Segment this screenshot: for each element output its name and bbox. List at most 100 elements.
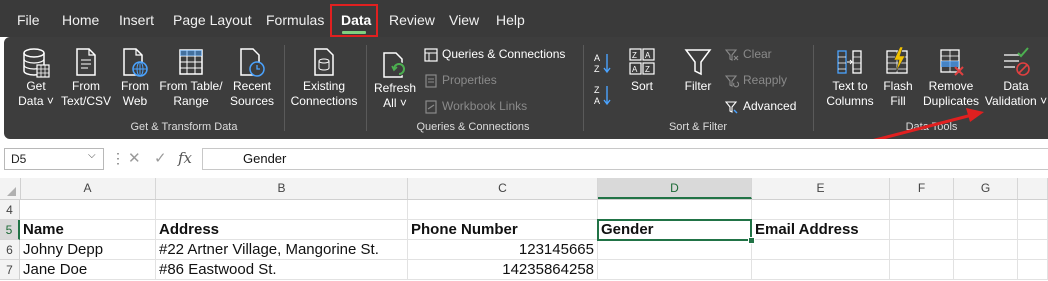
text-to-columns-button[interactable]: Text to Columns [822, 45, 878, 109]
sort-descending-icon: Z A [594, 85, 611, 106]
refresh-all-label-2: All ˅ [383, 96, 407, 110]
refresh-all-button[interactable]: Refresh All ˅ [374, 49, 416, 111]
text-file-icon [76, 48, 96, 76]
cell-b5[interactable]: Address [156, 220, 408, 240]
cell-c7[interactable]: 14235864258 [408, 260, 598, 280]
queries-connections-label: Queries & Connections [442, 47, 566, 61]
menu-help[interactable]: Help [496, 9, 525, 31]
select-all-corner[interactable] [0, 178, 21, 199]
properties-button[interactable]: Properties [424, 71, 497, 89]
cell-a4[interactable] [20, 200, 156, 220]
column-header-f[interactable]: F [890, 178, 954, 199]
cell-g5[interactable] [954, 220, 1018, 240]
row-header-7[interactable]: 7 [0, 260, 20, 280]
from-text-csv-button[interactable]: From Text/CSV [61, 45, 111, 109]
enter-checkmark-icon[interactable]: ✓ [154, 149, 167, 167]
more-options-icon[interactable]: ⋮ [111, 150, 125, 167]
cell-c4[interactable] [408, 200, 598, 220]
worksheet-grid: A B C D E F G 4 5 Name Address Phone Num… [0, 178, 1048, 281]
cell-h7[interactable] [1018, 260, 1048, 280]
cell-a7[interactable]: Jane Doe [20, 260, 156, 280]
cell-d7[interactable] [598, 260, 752, 280]
cell-e6[interactable] [752, 240, 890, 260]
cell-h4[interactable] [1018, 200, 1048, 220]
cell-g6[interactable] [954, 240, 1018, 260]
clear-label: Clear [743, 47, 772, 61]
sort-az-button[interactable]: A Z [592, 51, 612, 80]
row-header-4[interactable]: 4 [0, 200, 20, 220]
advanced-filter-button[interactable]: Advanced [725, 97, 796, 115]
cell-g4[interactable] [954, 200, 1018, 220]
cell-b4[interactable] [156, 200, 408, 220]
from-table-range-button[interactable]: From Table/ Range [159, 45, 223, 109]
menu-file[interactable]: File [17, 9, 40, 31]
cell-g7[interactable] [954, 260, 1018, 280]
svg-text:Z: Z [645, 65, 650, 74]
menu-formulas[interactable]: Formulas [266, 9, 324, 31]
data-validation-button[interactable]: Data Validation ˅ [984, 45, 1048, 109]
remove-duplicates-icon [940, 49, 964, 76]
cell-c5[interactable]: Phone Number [408, 220, 598, 240]
menu-home[interactable]: Home [62, 9, 99, 31]
menu-view[interactable]: View [449, 9, 479, 31]
column-header-d[interactable]: D [598, 178, 752, 199]
flash-fill-icon [886, 46, 908, 74]
formula-input[interactable]: Gender [202, 148, 1048, 170]
sort-ascending-icon: A Z [594, 53, 611, 74]
menu-page-layout[interactable]: Page Layout [173, 9, 252, 31]
get-data-button[interactable]: Get Data ˅ [14, 45, 58, 109]
cell-a6[interactable]: Johny Depp [20, 240, 156, 260]
cell-d6[interactable] [598, 240, 752, 260]
sort-za-button[interactable]: Z A [592, 83, 612, 112]
column-header-b[interactable]: B [156, 178, 408, 199]
queries-connections-button[interactable]: Queries & Connections [424, 45, 565, 63]
cell-e7[interactable] [752, 260, 890, 280]
database-icon [23, 48, 50, 78]
reapply-icon [725, 75, 739, 88]
cancel-icon[interactable]: ✕ [128, 149, 141, 167]
cell-d5[interactable]: Gender [598, 220, 752, 240]
cell-e5[interactable]: Email Address [752, 220, 890, 240]
cell-f6[interactable] [890, 240, 954, 260]
cell-b7[interactable]: #86 Eastwood St. [156, 260, 408, 280]
column-header-h[interactable] [1018, 178, 1048, 199]
flash-fill-button[interactable]: Flash Fill [880, 45, 916, 109]
cell-h6[interactable] [1018, 240, 1048, 260]
workbook-links-icon [425, 100, 437, 114]
clear-filter-icon [725, 49, 739, 61]
cell-d4[interactable] [598, 200, 752, 220]
menu-insert[interactable]: Insert [119, 9, 154, 31]
cell-a5[interactable]: Name [20, 220, 156, 240]
existing-connections-button[interactable]: Existing Connections [290, 45, 358, 109]
cell-c6[interactable]: 123145665 [408, 240, 598, 260]
clear-filter-button[interactable]: Clear [725, 45, 772, 63]
data-tab-highlight-box [330, 4, 378, 37]
row-header-6[interactable]: 6 [0, 240, 20, 260]
filter-button[interactable]: Filter [678, 45, 718, 94]
cell-f5[interactable] [890, 220, 954, 240]
column-header-c[interactable]: C [408, 178, 598, 199]
remove-duplicates-button[interactable]: Remove Duplicates [922, 45, 980, 109]
cell-e4[interactable] [752, 200, 890, 220]
fill-handle[interactable] [748, 237, 755, 244]
cell-f4[interactable] [890, 200, 954, 220]
column-header-a[interactable]: A [20, 178, 156, 199]
reapply-button[interactable]: Reapply [725, 71, 787, 89]
get-data-label-1: Get [26, 79, 46, 93]
column-header-g[interactable]: G [954, 178, 1018, 199]
cell-h5[interactable] [1018, 220, 1048, 240]
menu-review[interactable]: Review [389, 9, 435, 31]
group-label-sort-filter: Sort & Filter [668, 121, 728, 133]
cell-b6[interactable]: #22 Artner Village, Mangorine St. [156, 240, 408, 260]
name-box-value: D5 [11, 152, 27, 166]
column-header-e[interactable]: E [752, 178, 890, 199]
cell-f7[interactable] [890, 260, 954, 280]
from-web-button[interactable]: From Web [116, 45, 154, 109]
row-header-5[interactable]: 5 [0, 220, 20, 240]
workbook-links-button[interactable]: Workbook Links [424, 97, 527, 115]
chevron-down-icon[interactable]: ⌵ [88, 150, 96, 161]
sort-button[interactable]: Z A A Z Sort [622, 45, 662, 94]
advanced-filter-icon [725, 101, 738, 114]
recent-sources-button[interactable]: Recent Sources [227, 45, 277, 109]
insert-function-icon[interactable]: fx [178, 149, 192, 167]
